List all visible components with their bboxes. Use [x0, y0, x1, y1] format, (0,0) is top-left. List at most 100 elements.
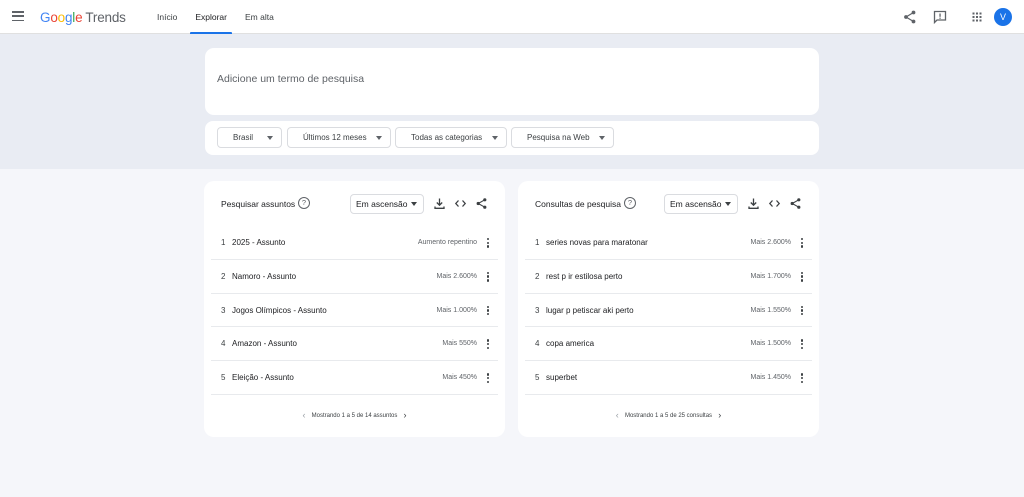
- caret-down-icon: [411, 202, 417, 206]
- growth-value: Mais 1.450%: [750, 374, 791, 382]
- list-item[interactable]: 2 Namoro - Assunto Mais 2.600%: [211, 260, 498, 294]
- sort-dropdown-label: Em ascensão: [356, 199, 408, 209]
- more-vert-icon[interactable]: [483, 373, 493, 385]
- region-filter-label: Brasil: [233, 133, 254, 142]
- more-vert-icon[interactable]: [797, 339, 807, 351]
- share-icon[interactable]: [902, 9, 918, 25]
- list-item[interactable]: 5 superbet Mais 1.450%: [525, 361, 812, 395]
- apps-icon[interactable]: [969, 9, 985, 25]
- list-item[interactable]: 1 series novas para maratonar Mais 2.600…: [525, 226, 812, 260]
- time-range-filter-label: Últimos 12 meses: [303, 133, 367, 142]
- growth-value: Mais 1.000%: [436, 306, 477, 314]
- more-vert-icon[interactable]: [483, 238, 493, 250]
- google-trends-logo[interactable]: Google Trends: [40, 10, 126, 25]
- account-avatar[interactable]: V: [994, 8, 1012, 26]
- growth-value: Mais 1.550%: [750, 306, 791, 314]
- more-vert-icon[interactable]: [797, 373, 807, 385]
- rank: 3: [535, 305, 540, 315]
- widget-title: Consultas de pesquisa: [535, 199, 622, 209]
- search-type-filter-label: Pesquisa na Web: [527, 133, 590, 142]
- download-icon[interactable]: [433, 197, 446, 210]
- growth-value: Mais 450%: [442, 374, 477, 382]
- sort-dropdown-label: Em ascensão: [670, 199, 722, 209]
- list-item[interactable]: 3 Jogos Olímpicos - Assunto Mais 1.000%: [211, 294, 498, 328]
- rank: 2: [221, 271, 226, 281]
- term-label[interactable]: Eleição - Assunto: [232, 373, 294, 382]
- region-filter[interactable]: Brasil: [217, 127, 282, 148]
- term-label[interactable]: Amazon - Assunto: [232, 339, 297, 348]
- nav-em-alta[interactable]: Em alta: [236, 0, 283, 34]
- more-vert-icon[interactable]: [483, 339, 493, 351]
- related-queries-widget: Consultas de pesquisa ? Em ascensão 1 se…: [518, 181, 819, 437]
- sort-dropdown[interactable]: Em ascensão: [664, 194, 738, 214]
- chevron-left-icon[interactable]: ‹: [611, 410, 623, 420]
- pagination-text: Mostrando 1 a 5 de 25 consultas: [624, 413, 713, 419]
- category-filter-label: Todas as categorias: [411, 133, 483, 142]
- embed-code-icon[interactable]: [768, 197, 781, 210]
- more-vert-icon[interactable]: [797, 238, 807, 250]
- term-label[interactable]: lugar p petiscar aki perto: [546, 306, 634, 315]
- more-vert-icon[interactable]: [483, 305, 493, 318]
- download-icon[interactable]: [747, 197, 760, 210]
- chevron-right-icon[interactable]: ›: [399, 410, 411, 420]
- related-topics-widget: Pesquisar assuntos ? Em ascensão 1 2025 …: [204, 181, 505, 437]
- term-label[interactable]: 2025 - Assunto: [232, 238, 285, 247]
- term-label[interactable]: superbet: [546, 373, 577, 382]
- caret-down-icon: [492, 136, 498, 140]
- share-icon[interactable]: [475, 197, 488, 210]
- list-item[interactable]: 1 2025 - Assunto Aumento repentino: [211, 226, 498, 260]
- term-label[interactable]: Namoro - Assunto: [232, 272, 296, 281]
- caret-down-icon: [376, 136, 382, 140]
- caret-down-icon: [725, 202, 731, 206]
- topic-list: 1 2025 - Assunto Aumento repentino 2 Nam…: [211, 226, 498, 395]
- nav-explorar[interactable]: Explorar: [186, 0, 236, 34]
- embed-code-icon[interactable]: [454, 197, 467, 210]
- growth-value: Mais 1.700%: [750, 272, 791, 280]
- help-icon[interactable]: ?: [624, 197, 636, 209]
- rank: 5: [535, 373, 540, 383]
- pagination-text: Mostrando 1 a 5 de 14 assuntos: [311, 413, 398, 419]
- chevron-left-icon[interactable]: ‹: [298, 410, 310, 420]
- nav-inicio[interactable]: Início: [148, 0, 186, 34]
- pagination: ‹ Mostrando 1 a 5 de 25 consultas ›: [518, 410, 819, 420]
- widget-title: Pesquisar assuntos: [221, 199, 296, 209]
- rank: 2: [535, 271, 540, 281]
- pagination: ‹ Mostrando 1 a 5 de 14 assuntos ›: [204, 410, 505, 420]
- more-vert-icon[interactable]: [797, 305, 807, 318]
- results-area: [0, 169, 1024, 497]
- time-range-filter[interactable]: Últimos 12 meses: [287, 127, 391, 148]
- rank: 1: [221, 238, 226, 247]
- rank: 4: [221, 339, 226, 349]
- chevron-right-icon[interactable]: ›: [714, 410, 726, 420]
- more-vert-icon[interactable]: [797, 271, 807, 284]
- rank: 5: [221, 373, 226, 383]
- main-nav: Início Explorar Em alta: [148, 0, 283, 34]
- list-item[interactable]: 5 Eleição - Assunto Mais 450%: [211, 361, 498, 395]
- caret-down-icon: [599, 136, 605, 140]
- term-label[interactable]: rest p ir estilosa perto: [546, 272, 622, 281]
- sort-dropdown[interactable]: Em ascensão: [350, 194, 424, 214]
- list-item[interactable]: 4 Amazon - Assunto Mais 550%: [211, 327, 498, 362]
- growth-value: Mais 2.600%: [750, 239, 791, 246]
- list-item[interactable]: 3 lugar p petiscar aki perto Mais 1.550%: [525, 294, 812, 328]
- top-app-bar: Google Trends Início Explorar Em alta V: [0, 0, 1024, 34]
- term-label[interactable]: Jogos Olímpicos - Assunto: [232, 306, 327, 315]
- help-icon[interactable]: ?: [298, 197, 310, 209]
- growth-value: Mais 550%: [442, 340, 477, 348]
- more-vert-icon[interactable]: [483, 271, 493, 284]
- list-item[interactable]: 2 rest p ir estilosa perto Mais 1.700%: [525, 260, 812, 294]
- feedback-icon[interactable]: [932, 9, 948, 25]
- menu-icon[interactable]: [12, 11, 24, 22]
- search-type-filter[interactable]: Pesquisa na Web: [511, 127, 614, 148]
- search-term-input[interactable]: [217, 73, 617, 85]
- rank: 3: [221, 305, 226, 315]
- search-card: [205, 48, 819, 115]
- share-icon[interactable]: [789, 197, 802, 210]
- term-label[interactable]: series novas para maratonar: [546, 238, 648, 247]
- list-item[interactable]: 4 copa america Mais 1.500%: [525, 327, 812, 362]
- query-list: 1 series novas para maratonar Mais 2.600…: [525, 226, 812, 395]
- growth-value: Mais 1.500%: [750, 340, 791, 348]
- rank: 1: [535, 238, 540, 247]
- category-filter[interactable]: Todas as categorias: [395, 127, 507, 148]
- term-label[interactable]: copa america: [546, 339, 594, 348]
